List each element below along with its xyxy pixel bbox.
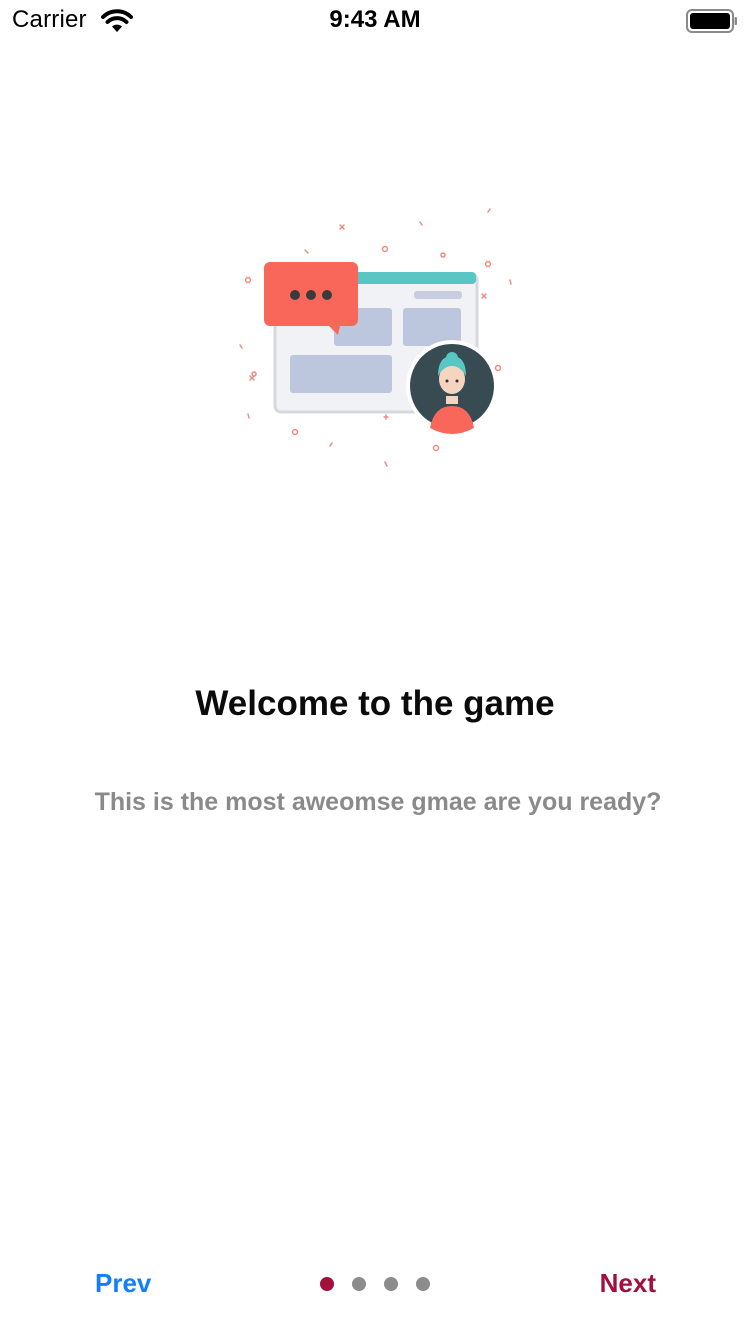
page-dot[interactable]: [352, 1277, 366, 1291]
page-subtitle: This is the most aweomse gmae are you re…: [94, 788, 662, 816]
onboarding-illustration: [239, 208, 512, 467]
page-title: Welcome to the game: [195, 684, 555, 723]
page-indicator[interactable]: [320, 1277, 430, 1293]
status-time: 9:43 AM: [329, 6, 421, 33]
status-bar: Carrier 9:43 AM: [0, 0, 750, 40]
next-button[interactable]: Next: [600, 1268, 656, 1299]
page-dot[interactable]: [384, 1277, 398, 1291]
onboarding-navigation: Prev Next: [0, 1254, 750, 1314]
page-dot[interactable]: [416, 1277, 430, 1291]
battery-icon: [686, 9, 737, 33]
prev-button[interactable]: Prev: [95, 1268, 151, 1299]
page-dot[interactable]: [320, 1277, 334, 1291]
avatar-illustration: [406, 340, 498, 434]
